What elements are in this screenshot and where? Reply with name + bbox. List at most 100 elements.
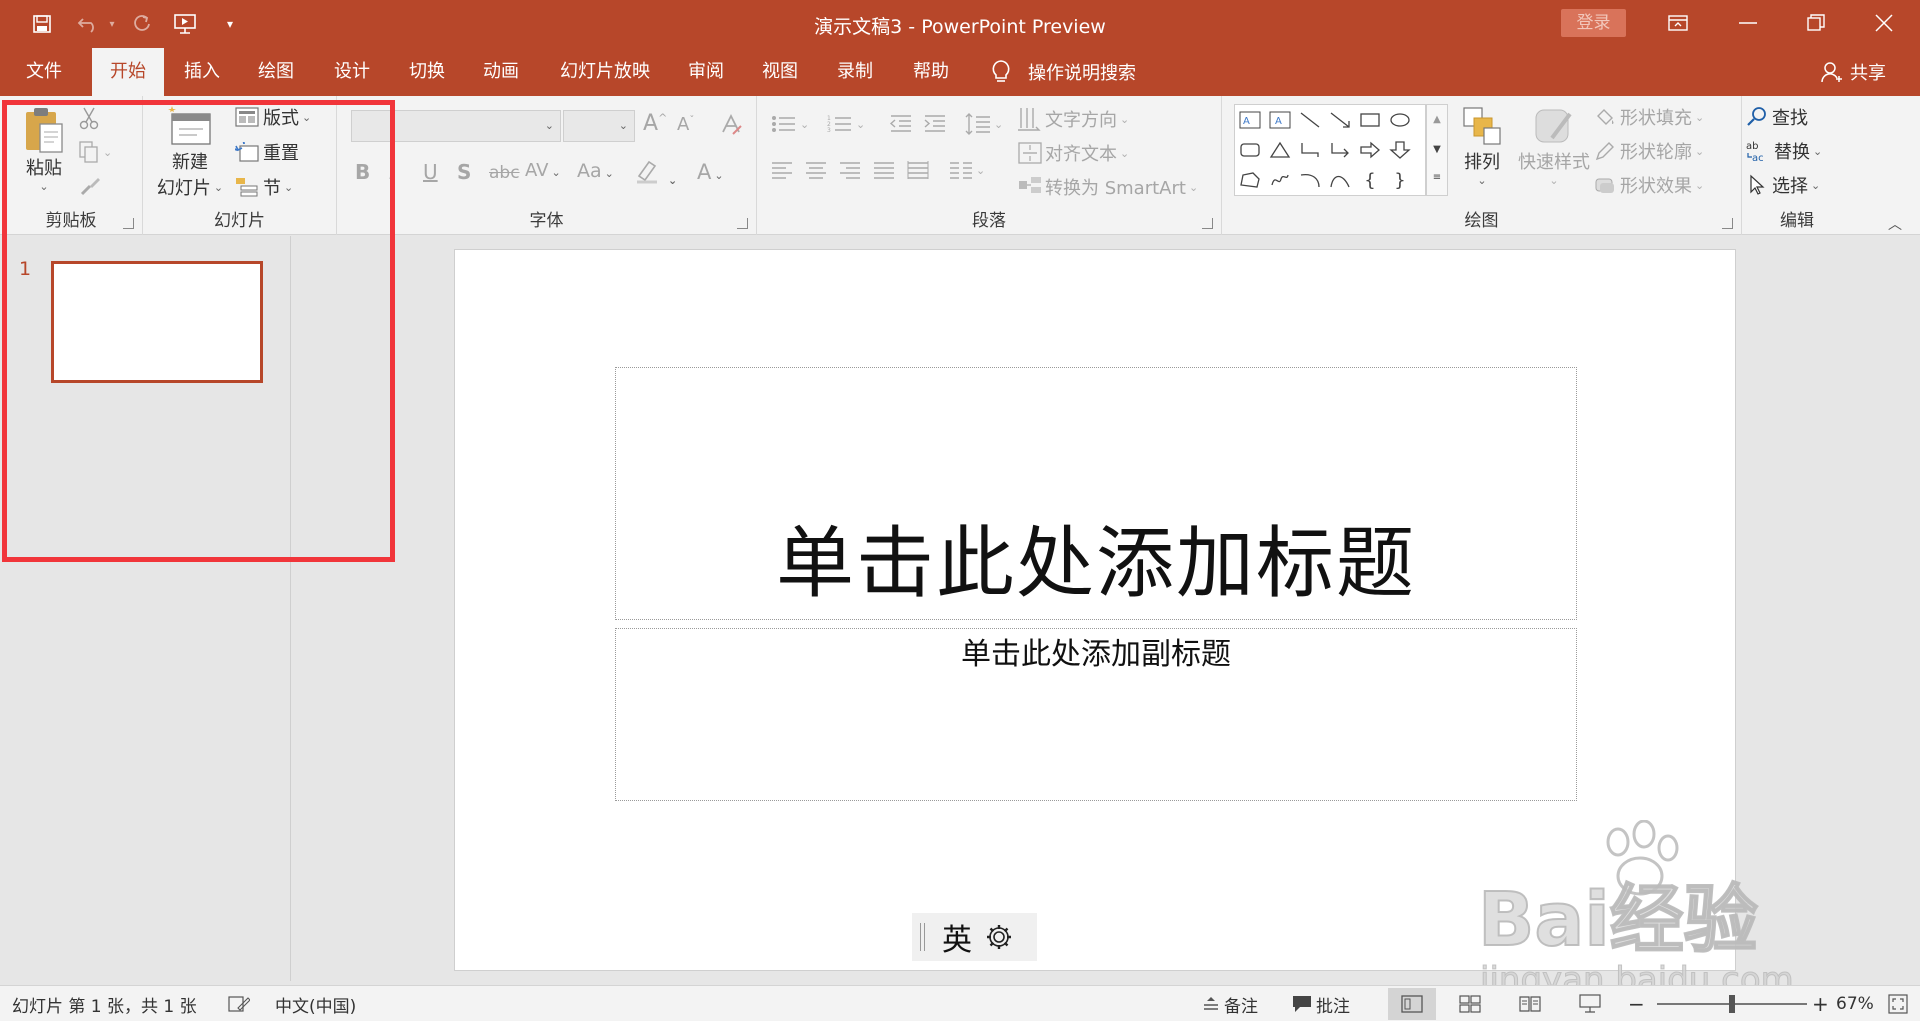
ime-toolbar[interactable]: 英: [912, 913, 1037, 961]
minimize-icon[interactable]: [1720, 6, 1776, 40]
columns-button[interactable]: ⌄: [949, 160, 985, 180]
zoom-in-button[interactable]: +: [1812, 986, 1829, 1021]
ime-mode[interactable]: 英: [942, 915, 972, 959]
line-spacing-button[interactable]: ⌄: [965, 112, 1003, 136]
shape-fill-button[interactable]: 形状填充 ⌄: [1594, 104, 1704, 130]
text-direction-button[interactable]: 文字方向 ⌄: [1017, 106, 1129, 132]
scribble-shape-icon[interactable]: [1267, 167, 1293, 193]
shape-outline-button[interactable]: 形状轮廓 ⌄: [1594, 138, 1704, 164]
oval-shape-icon[interactable]: [1387, 107, 1413, 133]
copy-button[interactable]: ⌄: [78, 140, 112, 164]
increase-font-size-icon[interactable]: A^: [643, 111, 667, 136]
format-painter-button[interactable]: [78, 174, 102, 198]
font-color-button[interactable]: A ⌄: [697, 160, 724, 184]
right-brace-shape-icon[interactable]: }: [1387, 167, 1413, 193]
close-icon[interactable]: [1856, 6, 1912, 40]
replace-button[interactable]: ab ac 替换 ⌄: [1746, 138, 1822, 164]
zoom-level[interactable]: 67%: [1836, 986, 1874, 1021]
spell-check-icon[interactable]: [228, 986, 250, 1021]
share-button[interactable]: 共享: [1820, 48, 1886, 96]
slide-canvas[interactable]: 单击此处添加标题 单击此处添加副标题: [454, 249, 1736, 971]
paste-button[interactable]: 粘贴 ⌄: [14, 106, 74, 193]
ime-settings-gear-icon[interactable]: [984, 922, 1014, 952]
character-spacing-button[interactable]: AV ⌄: [525, 160, 561, 181]
bullets-button[interactable]: ⌄: [771, 114, 809, 134]
tab-view[interactable]: 视图: [748, 48, 812, 96]
zoom-out-button[interactable]: −: [1628, 986, 1645, 1021]
clipboard-launcher-icon[interactable]: [123, 218, 134, 229]
font-name-input[interactable]: ⌄: [351, 110, 561, 142]
slide-thumbnail[interactable]: [51, 261, 263, 383]
numbering-button[interactable]: 1 2 3 ⌄: [827, 114, 865, 134]
new-slide-button[interactable]: 新建 幻灯片 ⌄: [153, 106, 227, 200]
shadow-button[interactable]: S: [457, 160, 471, 184]
ribbon-display-options-icon[interactable]: [1650, 6, 1706, 40]
notes-button[interactable]: 备注: [1202, 986, 1258, 1021]
elbow-connector-shape-icon[interactable]: [1297, 137, 1323, 163]
help-search[interactable]: 操作说明搜索: [990, 48, 1136, 96]
change-case-button[interactable]: Aa ⌄: [577, 160, 614, 182]
align-left-button[interactable]: [771, 160, 793, 180]
find-button[interactable]: 查找: [1746, 104, 1808, 130]
collapse-ribbon-icon[interactable]: ︿: [1888, 214, 1902, 234]
right-arrow-shape-icon[interactable]: [1357, 137, 1383, 163]
subtitle-placeholder[interactable]: 单击此处添加副标题: [615, 628, 1577, 801]
normal-view-button[interactable]: [1388, 988, 1436, 1020]
login-button[interactable]: 登录: [1561, 9, 1626, 37]
shapes-gallery[interactable]: A A { }: [1234, 104, 1426, 196]
vertical-text-box-shape-icon[interactable]: A: [1267, 107, 1293, 133]
tab-design[interactable]: 设计: [320, 48, 384, 96]
down-arrow-shape-icon[interactable]: [1387, 137, 1413, 163]
tab-draw[interactable]: 绘图: [244, 48, 308, 96]
gallery-down-icon[interactable]: ▼: [1427, 135, 1447, 165]
align-center-button[interactable]: [805, 160, 827, 180]
cut-button[interactable]: [78, 106, 100, 130]
tab-file[interactable]: 文件: [12, 48, 76, 96]
drawing-launcher-icon[interactable]: [1722, 218, 1733, 229]
fit-to-window-button[interactable]: [1888, 986, 1908, 1021]
language-status[interactable]: 中文(中国): [275, 986, 356, 1021]
justify-button[interactable]: [873, 160, 895, 180]
section-button[interactable]: 节 ⌄: [235, 174, 293, 200]
select-button[interactable]: 选择 ⌄: [1746, 172, 1820, 198]
align-text-button[interactable]: 对齐文本 ⌄: [1017, 140, 1129, 166]
layout-button[interactable]: 版式 ⌄: [235, 104, 311, 130]
tab-record[interactable]: 录制: [823, 48, 887, 96]
increase-indent-button[interactable]: [923, 114, 947, 134]
arc-shape-icon[interactable]: [1297, 167, 1323, 193]
slideshow-view-button[interactable]: [1566, 988, 1614, 1020]
tab-help[interactable]: 帮助: [899, 48, 963, 96]
restore-icon[interactable]: [1788, 6, 1844, 40]
triangle-shape-icon[interactable]: [1267, 137, 1293, 163]
slide-sorter-view-button[interactable]: [1446, 988, 1494, 1020]
left-brace-shape-icon[interactable]: {: [1357, 167, 1383, 193]
arrange-button[interactable]: 排列 ⌄: [1452, 104, 1512, 187]
rectangle-shape-icon[interactable]: [1357, 107, 1383, 133]
strikethrough-button[interactable]: abc: [489, 163, 520, 183]
highlight-button[interactable]: ⌄: [635, 158, 677, 189]
reading-view-button[interactable]: [1506, 988, 1554, 1020]
italic-button[interactable]: I: [389, 160, 395, 184]
bold-button[interactable]: B: [355, 160, 370, 184]
line-shape-icon[interactable]: [1297, 107, 1323, 133]
tab-review[interactable]: 审阅: [674, 48, 738, 96]
paragraph-launcher-icon[interactable]: [1202, 218, 1213, 229]
shape-effects-button[interactable]: 形状效果 ⌄: [1594, 172, 1704, 198]
tab-home[interactable]: 开始: [92, 48, 164, 96]
decrease-indent-button[interactable]: [889, 114, 913, 134]
align-right-button[interactable]: [839, 160, 861, 180]
font-size-input[interactable]: ⌄: [563, 110, 635, 142]
rounded-rectangle-shape-icon[interactable]: [1237, 137, 1263, 163]
gallery-up-icon[interactable]: ▲: [1427, 105, 1447, 135]
tab-insert[interactable]: 插入: [170, 48, 234, 96]
distributed-button[interactable]: [907, 160, 929, 180]
title-placeholder[interactable]: 单击此处添加标题: [615, 367, 1577, 620]
tab-slideshow[interactable]: 幻灯片放映: [550, 48, 660, 96]
text-box-shape-icon[interactable]: A: [1237, 107, 1263, 133]
quick-styles-button[interactable]: 快速样式 ⌄: [1514, 104, 1594, 187]
ime-grip-icon[interactable]: [920, 923, 925, 951]
tab-transitions[interactable]: 切换: [395, 48, 459, 96]
comments-button[interactable]: 批注: [1292, 986, 1350, 1021]
shapes-gallery-scroll[interactable]: ▲ ▼ ≡: [1426, 104, 1448, 196]
gallery-more-icon[interactable]: ≡: [1427, 165, 1447, 191]
